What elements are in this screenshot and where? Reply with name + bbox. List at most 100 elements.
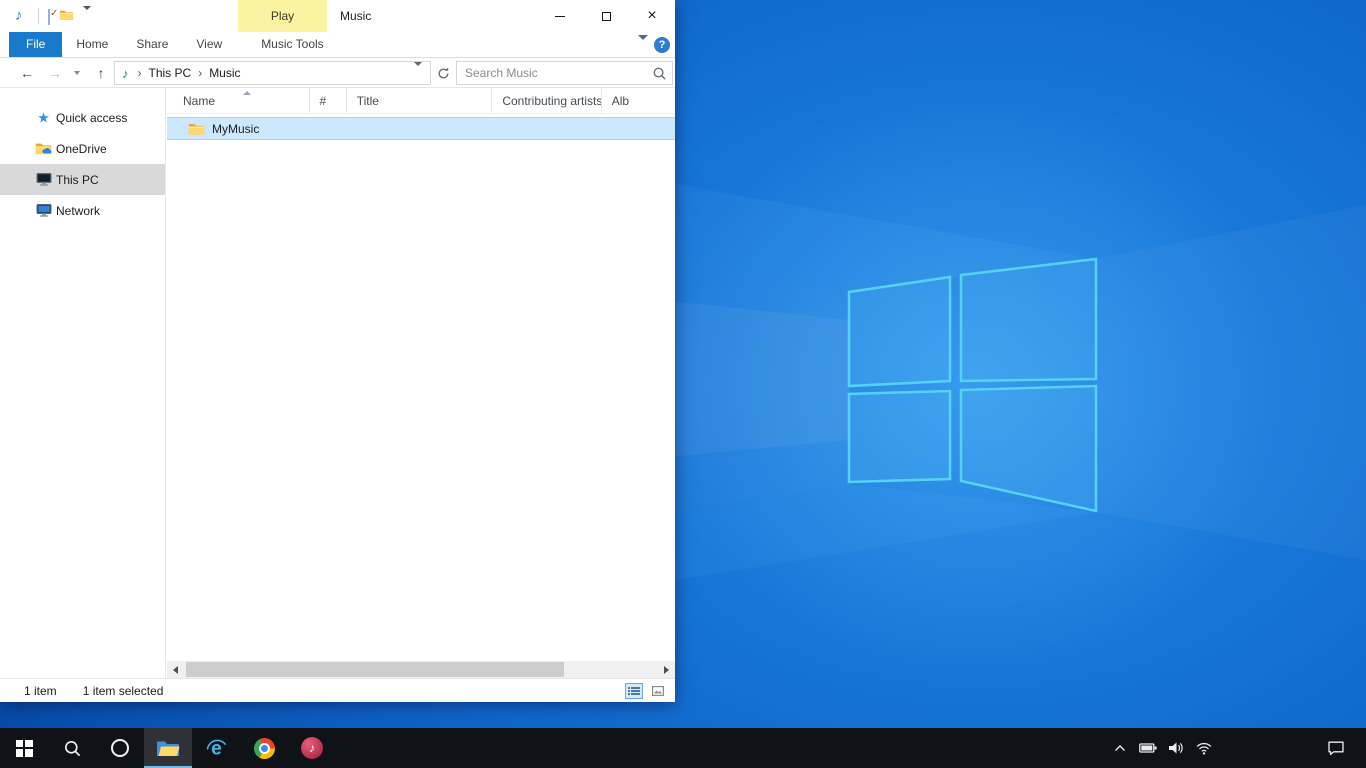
- sidebar-item-onedrive[interactable]: OneDrive: [0, 133, 165, 164]
- close-icon: ×: [647, 8, 656, 24]
- wifi-button[interactable]: [1194, 728, 1214, 768]
- tab-file[interactable]: File: [9, 32, 62, 57]
- back-arrow-icon: ←: [20, 65, 34, 81]
- taskbar-itunes-button[interactable]: [288, 728, 336, 768]
- music-note-app-icon[interactable]: ♪: [15, 7, 23, 25]
- contextual-group-label: Play: [271, 9, 294, 23]
- quick-access-toolbar: [48, 9, 91, 24]
- hidden-icons-button[interactable]: [1110, 728, 1130, 768]
- address-dropdown-button[interactable]: [414, 66, 422, 80]
- large-icons-view-button[interactable]: [649, 683, 667, 699]
- properties-icon: [48, 9, 50, 25]
- back-button[interactable]: ←: [16, 58, 38, 87]
- desktop: ♪ Play Music × File Home Share View Mu: [0, 0, 1366, 768]
- battery-button[interactable]: [1138, 728, 1158, 768]
- recent-locations-button[interactable]: [70, 58, 84, 87]
- scroll-left-button[interactable]: [167, 661, 184, 678]
- contextual-tab-group-header: Play: [238, 0, 327, 32]
- sidebar-item-network[interactable]: Network: [0, 195, 165, 226]
- file-explorer-icon: [156, 738, 180, 758]
- tab-view[interactable]: View: [182, 32, 236, 57]
- sidebar-item-label: Network: [56, 204, 100, 218]
- tab-home[interactable]: Home: [62, 32, 122, 57]
- close-button[interactable]: ×: [629, 0, 675, 32]
- breadcrumb-music[interactable]: Music: [205, 66, 244, 80]
- internet-explorer-icon: e: [205, 737, 228, 760]
- sidebar-item-label: OneDrive: [56, 142, 107, 156]
- action-center-button[interactable]: [1316, 728, 1356, 768]
- chevron-down-icon: [83, 6, 91, 24]
- horizontal-scrollbar[interactable]: [167, 661, 675, 678]
- refresh-icon: [436, 66, 451, 81]
- system-tray: [1110, 728, 1214, 768]
- view-toggles: [625, 683, 667, 699]
- search-icon: [63, 739, 82, 758]
- qat-properties-button[interactable]: [48, 10, 50, 24]
- scroll-right-button[interactable]: [658, 661, 675, 678]
- up-arrow-icon: ↑: [98, 65, 105, 81]
- forward-button[interactable]: →: [44, 58, 66, 87]
- search-box: [456, 61, 673, 85]
- chrome-icon: [254, 738, 275, 759]
- tab-music-tools[interactable]: Music Tools: [247, 32, 337, 57]
- new-folder-icon: [59, 9, 74, 21]
- large-icons-view-icon: [652, 686, 664, 696]
- column-header-contributing-artists[interactable]: Contributing artists: [492, 88, 601, 113]
- cortana-button[interactable]: [96, 728, 144, 768]
- windows-logo-icon: [16, 740, 33, 757]
- star-icon: ★: [35, 110, 52, 125]
- search-input[interactable]: [457, 62, 672, 84]
- taskbar-file-explorer-button[interactable]: [144, 728, 192, 768]
- column-header-album[interactable]: Alb: [602, 88, 675, 113]
- expand-ribbon-button[interactable]: [638, 40, 648, 54]
- qat-new-folder-button[interactable]: [59, 9, 74, 24]
- window-title: Music: [340, 0, 371, 32]
- tab-share[interactable]: Share: [122, 32, 182, 57]
- maximize-icon: [602, 12, 611, 21]
- taskbar-search-button[interactable]: [48, 728, 96, 768]
- file-list-area: Name # Title Contributing artists Alb My…: [167, 88, 675, 678]
- sidebar-item-quick-access[interactable]: ★ Quick access: [0, 102, 165, 133]
- column-header-title[interactable]: Title: [347, 88, 493, 113]
- sidebar-item-this-pc[interactable]: This PC: [0, 164, 165, 195]
- volume-button[interactable]: [1166, 728, 1186, 768]
- qat-customize-button[interactable]: [83, 10, 91, 24]
- sort-ascending-icon: [243, 91, 251, 95]
- cortana-icon: [111, 739, 129, 757]
- scrollbar-thumb[interactable]: [186, 662, 564, 677]
- taskbar-chrome-button[interactable]: [240, 728, 288, 768]
- window-controls: ×: [537, 0, 675, 32]
- chevron-up-icon: [1114, 744, 1126, 752]
- search-icon: [652, 66, 667, 81]
- onedrive-icon: [35, 141, 52, 156]
- column-header-name[interactable]: Name: [167, 88, 310, 113]
- network-icon: [35, 203, 52, 218]
- computer-icon: [35, 172, 52, 187]
- file-explorer-window: ♪ Play Music × File Home Share View Mu: [0, 0, 675, 702]
- column-headers: Name # Title Contributing artists Alb: [167, 88, 675, 114]
- up-button[interactable]: ↑: [90, 58, 112, 87]
- chevron-down-icon: [414, 62, 422, 80]
- breadcrumb-this-pc[interactable]: This PC: [145, 66, 196, 80]
- minimize-button[interactable]: [537, 0, 583, 32]
- file-name: MyMusic: [212, 122, 259, 136]
- taskbar-buttons: e: [0, 728, 336, 768]
- start-button[interactable]: [0, 728, 48, 768]
- file-row-mymusic[interactable]: MyMusic: [167, 117, 675, 140]
- navigation-pane: ★ Quick access OneDrive This PC Network: [0, 88, 166, 678]
- details-view-icon: [628, 686, 640, 696]
- details-view-button[interactable]: [625, 683, 643, 699]
- maximize-button[interactable]: [583, 0, 629, 32]
- refresh-button[interactable]: [433, 61, 454, 85]
- breadcrumb-chevron: ›: [135, 66, 145, 80]
- action-center-icon: [1327, 740, 1345, 756]
- triangle-right-icon: [664, 666, 669, 674]
- taskbar-internet-explorer-button[interactable]: e: [192, 728, 240, 768]
- triangle-left-icon: [173, 666, 178, 674]
- column-header-number[interactable]: #: [310, 88, 347, 113]
- chevron-down-icon: [74, 71, 80, 75]
- ribbon-tab-row: File Home Share View Music Tools ?: [0, 32, 675, 58]
- address-bar[interactable]: ♪ › This PC › Music: [114, 61, 431, 85]
- help-button[interactable]: ?: [654, 37, 670, 53]
- titlebar: ♪ Play Music ×: [0, 0, 675, 32]
